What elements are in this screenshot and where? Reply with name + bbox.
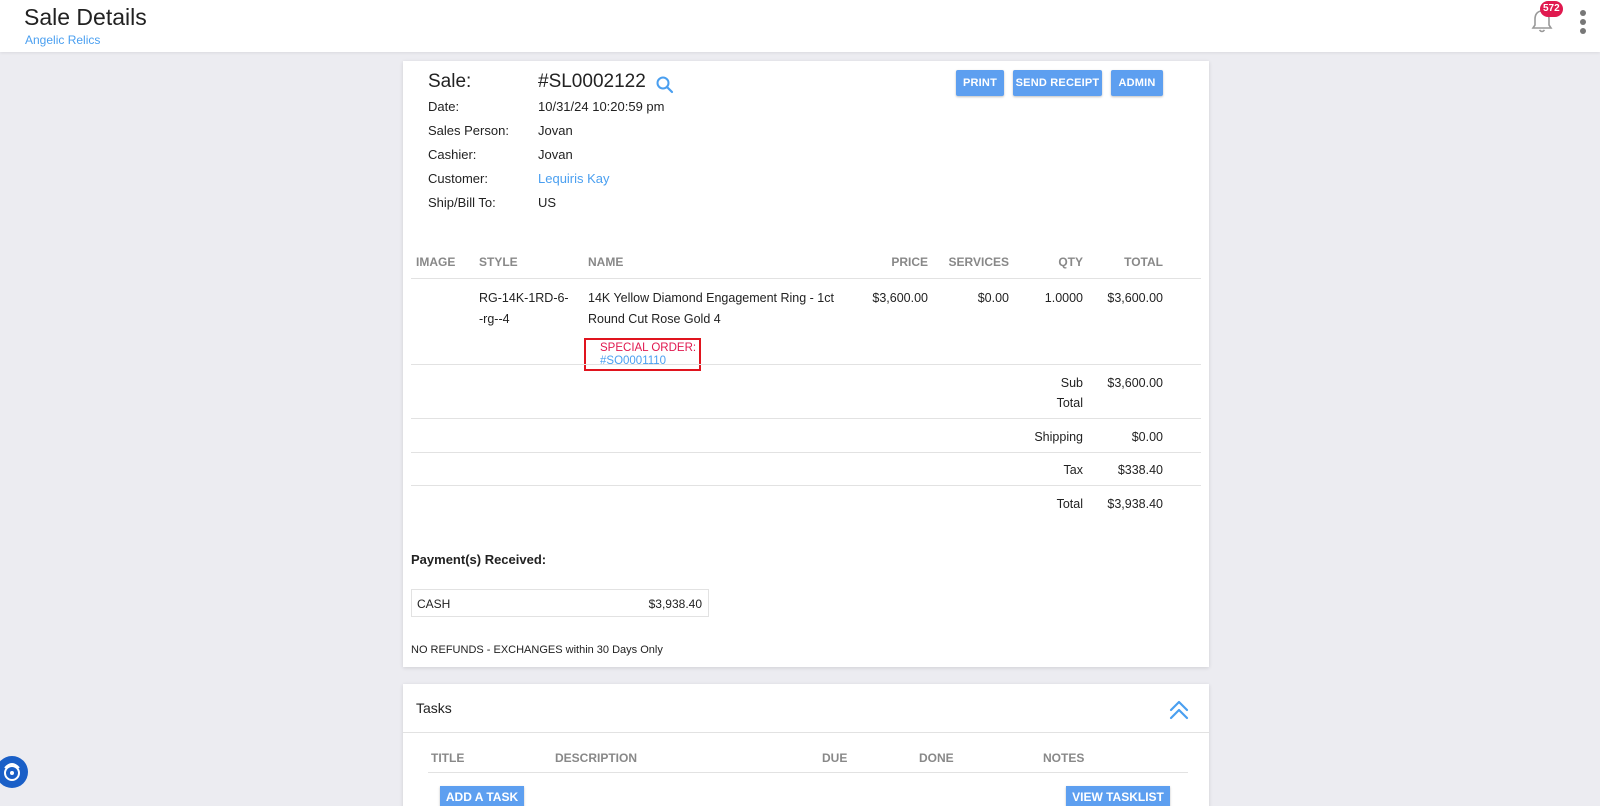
col-header-total: TOTAL	[1124, 255, 1163, 269]
tax-label: Tax	[1063, 463, 1083, 477]
tasks-col-due: DUE	[822, 751, 848, 765]
kebab-menu-icon[interactable]	[1577, 10, 1589, 38]
add-task-button[interactable]: ADD A TASK	[440, 786, 524, 806]
table-divider	[411, 364, 1201, 365]
sales-person-label: Sales Person:	[428, 123, 509, 138]
help-button[interactable]	[0, 756, 28, 788]
col-header-qty: QTY	[1058, 255, 1083, 269]
col-header-services: SERVICES	[948, 255, 1009, 269]
col-header-name: NAME	[588, 255, 624, 269]
item-name-line-1: 14K Yellow Diamond Engagement Ring - 1ct	[588, 291, 834, 305]
tasks-card: Tasks TITLE DESCRIPTION DUE DONE NOTES A…	[403, 684, 1209, 806]
table-divider	[411, 452, 1201, 453]
tasks-col-title: TITLE	[431, 751, 465, 765]
payment-row: CASH $3,938.40	[411, 589, 709, 617]
table-divider	[411, 418, 1201, 419]
tasks-col-description: DESCRIPTION	[555, 751, 638, 765]
col-header-image: IMAGE	[416, 255, 456, 269]
item-total: $3,600.00	[1107, 291, 1163, 305]
shipping-label: Shipping	[1034, 430, 1083, 444]
subtotal-label-2: Total	[1056, 396, 1083, 410]
shipping-value: $0.00	[1131, 430, 1163, 444]
notification-badge[interactable]: 572	[1540, 1, 1563, 17]
customer-link[interactable]: Lequiris Kay	[538, 171, 610, 186]
send-receipt-button[interactable]: SEND RECEIPT	[1013, 70, 1102, 96]
tasks-col-done: DONE	[919, 751, 954, 765]
print-button[interactable]: PRINT	[956, 70, 1004, 96]
special-order-box: SPECIAL ORDER: #SO0001110	[584, 338, 701, 371]
date-value: 10/31/24 10:20:59 pm	[538, 99, 665, 114]
payment-method: CASH	[417, 597, 451, 611]
col-header-price: PRICE	[891, 255, 928, 269]
style-line-1: RG-14K-1RD-6-	[479, 291, 569, 305]
sales-person-value: Jovan	[538, 123, 573, 138]
ship-bill-value: US	[538, 195, 557, 210]
tax-value: $338.40	[1117, 463, 1163, 477]
chevron-double-up-icon[interactable]	[1168, 699, 1190, 721]
tasks-title: Tasks	[416, 700, 452, 716]
top-bar: Sale Details Angelic Relics 572	[0, 0, 1600, 52]
view-tasklist-button[interactable]: VIEW TASKLIST	[1066, 786, 1170, 806]
col-header-style: STYLE	[479, 255, 518, 269]
item-price: $3,600.00	[872, 291, 928, 305]
payments-title: Payment(s) Received:	[411, 552, 547, 567]
page-title: Sale Details	[24, 4, 147, 30]
sale-label: Sale:	[428, 71, 472, 92]
style-line-2: -rg--4	[479, 312, 510, 326]
cashier-label: Cashier:	[428, 147, 477, 162]
tasks-divider	[403, 732, 1209, 733]
special-order-label: SPECIAL ORDER:	[600, 342, 697, 354]
table-divider	[411, 485, 1201, 486]
search-icon[interactable]	[655, 75, 675, 95]
total-label: Total	[1056, 497, 1083, 511]
sale-number: #SL0002122	[538, 71, 646, 92]
subtotal-label-1: Sub	[1060, 376, 1083, 390]
store-link[interactable]: Angelic Relics	[25, 33, 100, 47]
ship-bill-label: Ship/Bill To:	[428, 195, 496, 210]
refund-policy: NO REFUNDS - EXCHANGES within 30 Days On…	[411, 644, 663, 656]
tasks-table-divider	[428, 772, 1188, 773]
tasks-col-notes: NOTES	[1043, 751, 1085, 765]
total-value: $3,938.40	[1107, 497, 1163, 511]
help-icon	[4, 763, 20, 781]
item-name-line-2: Round Cut Rose Gold 4	[588, 312, 721, 326]
item-services: $0.00	[977, 291, 1009, 305]
sale-card: Sale: #SL0002122 Date: 10/31/24 10:20:59…	[403, 61, 1209, 667]
table-divider	[411, 278, 1201, 279]
subtotal-value: $3,600.00	[1107, 376, 1163, 390]
item-qty: 1.0000	[1044, 291, 1083, 305]
payment-amount: $3,938.40	[648, 597, 702, 611]
customer-label: Customer:	[428, 171, 488, 186]
admin-button[interactable]: ADMIN	[1111, 70, 1163, 96]
cashier-value: Jovan	[538, 147, 573, 162]
special-order-link[interactable]: #SO0001110	[600, 355, 699, 368]
date-label: Date:	[428, 99, 460, 114]
